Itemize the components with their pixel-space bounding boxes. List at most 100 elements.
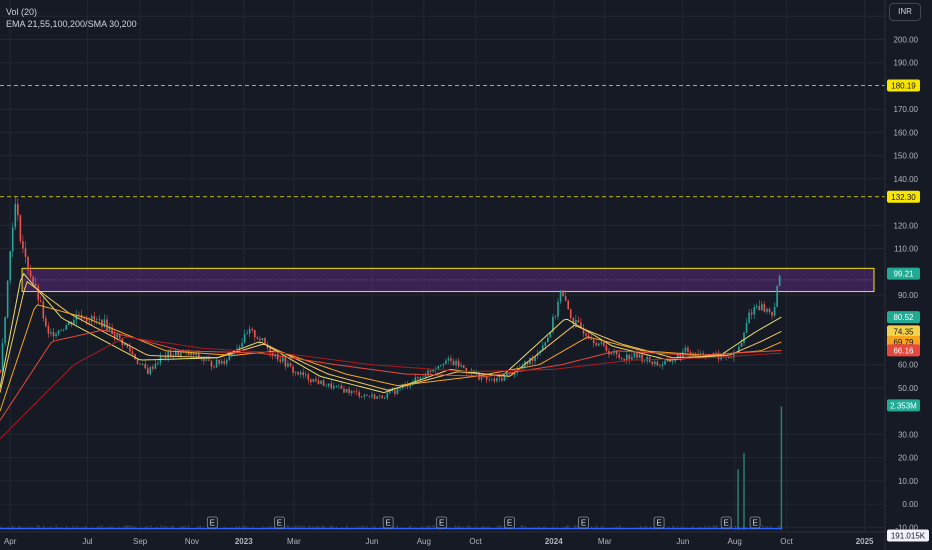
candle-body [488, 379, 491, 380]
earnings-marker[interactable]: E [749, 516, 761, 529]
candle-body [96, 318, 98, 320]
candle-body [6, 280, 9, 318]
currency-button[interactable]: INR [889, 3, 921, 21]
candle-body [27, 256, 29, 271]
price-chart[interactable]: E E E E E E E E E Apr Jul Sep Nov 2023 Mar Jun Aug Oct 202… [0, 0, 932, 550]
candle-body [251, 328, 254, 331]
earnings-marker-label: E [752, 519, 757, 528]
candle-body [654, 361, 656, 365]
candle-body [745, 323, 748, 333]
candle-body [766, 309, 768, 312]
candle-body [661, 364, 664, 366]
candle-body [699, 353, 702, 355]
candle-body [386, 392, 389, 399]
candle-body [14, 203, 17, 228]
earnings-marker[interactable]: E [504, 516, 515, 529]
candle-body [490, 378, 493, 380]
candle-body [554, 316, 557, 317]
candle-body [213, 366, 215, 368]
candle-body [600, 342, 603, 344]
candle-body [83, 318, 85, 320]
candle-body [116, 334, 119, 338]
candle-body [17, 203, 19, 216]
candle-body [93, 316, 96, 320]
candle-body [29, 270, 32, 277]
candle-body [373, 394, 376, 399]
candle-body [320, 380, 322, 384]
time-tick-label: Jul [82, 537, 92, 546]
candle-body [332, 385, 335, 389]
candle-body [57, 330, 60, 335]
candle-body [205, 359, 208, 361]
candle-body [460, 365, 462, 367]
candle-body [659, 365, 661, 367]
time-tick-label: Nov [185, 537, 199, 546]
candle-body [389, 390, 391, 393]
earnings-marker[interactable]: E [578, 516, 589, 529]
candle-body [748, 312, 750, 324]
candle-body [210, 360, 213, 367]
earnings-marker-label: E [385, 519, 390, 528]
earnings-marker-label: E [507, 519, 512, 528]
candle-body [11, 227, 14, 252]
candle-body [299, 372, 302, 375]
candle-body [65, 325, 68, 330]
candle-body [366, 395, 368, 396]
candle-body [422, 376, 424, 378]
candle-body [755, 306, 758, 308]
candle-body [146, 368, 149, 375]
earnings-marker[interactable]: E [720, 516, 732, 529]
candle-body [136, 359, 139, 364]
candle-body [618, 354, 620, 358]
candle-body [381, 395, 383, 399]
candle-body [312, 379, 315, 383]
earnings-marker[interactable]: E [382, 516, 394, 529]
candle-body [687, 347, 689, 353]
earnings-marker[interactable]: E [436, 516, 448, 529]
candle-body [167, 352, 169, 359]
candle-body [118, 334, 121, 339]
candle-body [396, 388, 399, 394]
candle-body [37, 285, 40, 301]
candle-body [325, 385, 327, 387]
candle-body [248, 328, 251, 334]
candle-body [633, 352, 636, 358]
candle-body [361, 396, 363, 398]
time-tick-label: Oct [780, 537, 793, 546]
earnings-marker-label: E [210, 519, 215, 528]
candle-body [506, 373, 508, 376]
candle-body [615, 351, 618, 355]
time-tick-label: Aug [728, 537, 742, 546]
candle-body [62, 329, 65, 331]
candle-body [753, 307, 756, 315]
candle-body [445, 360, 447, 364]
candle-body [493, 378, 496, 382]
price-tag-label: 80.52 [893, 313, 914, 322]
candle-body [544, 342, 547, 346]
candle-body [671, 361, 674, 362]
candle-body [763, 304, 766, 312]
candle-body [253, 330, 256, 338]
candle-body [569, 309, 572, 319]
candle-body [264, 338, 266, 345]
candle-body [0, 369, 1, 373]
candle-body [771, 311, 773, 316]
candle-body [218, 360, 220, 364]
candle-body [631, 357, 633, 360]
candle-body [761, 304, 763, 311]
candle-body [394, 390, 396, 394]
chart-legend: Vol (20) EMA 21,55,100,200/SMA 30,200 [6, 6, 137, 30]
earnings-marker[interactable]: E [206, 516, 218, 529]
candle-body [577, 320, 580, 323]
candle-body [340, 385, 343, 389]
candle-body [294, 371, 297, 373]
earnings-marker[interactable]: E [274, 516, 285, 529]
supply-zone [21, 267, 875, 293]
earnings-marker[interactable]: E [653, 516, 665, 529]
candle-body [651, 361, 654, 365]
time-tick-label: Mar [287, 537, 301, 546]
candle-body [437, 365, 440, 369]
volume-legend[interactable]: Vol (20) [6, 6, 137, 18]
candle-body [215, 360, 218, 368]
moving-averages-legend[interactable]: EMA 21,55,100,200/SMA 30,200 [6, 18, 137, 30]
